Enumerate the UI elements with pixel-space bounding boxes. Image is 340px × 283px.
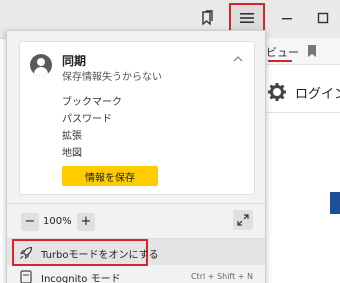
menu-divider [7, 203, 265, 204]
hamburger-menu-icon [240, 13, 254, 23]
rocket-icon [19, 245, 33, 260]
bookmarks-icon[interactable] [192, 4, 222, 32]
incognito-shortcut: Ctrl + Shift + N [191, 272, 253, 281]
incognito-icon [19, 269, 33, 283]
sync-item-extensions: 拡張 [62, 131, 82, 142]
turbo-mode-item[interactable]: Turboモードをオンにする [7, 239, 265, 266]
zoom-row: − 100% + [7, 205, 265, 239]
background-blue-block [330, 192, 340, 214]
zoom-level: 100% [43, 216, 72, 227]
sync-item-bookmarks: ブックマーク [62, 97, 122, 108]
turbo-mode-label: Turboモードをオンにする [41, 250, 159, 261]
active-tab-underline [268, 60, 292, 62]
browser-window: ビュー ログイン [0, 0, 340, 283]
background-divider [262, 112, 340, 113]
sync-item-passwords: パスワード [62, 114, 112, 125]
zoom-out-button[interactable]: − [21, 213, 39, 231]
save-info-button[interactable]: 情報を保存 [62, 166, 158, 186]
gear-icon[interactable] [267, 82, 287, 102]
sync-item-maps: 地図 [62, 148, 82, 159]
main-menu-button[interactable] [229, 3, 265, 33]
zoom-in-button[interactable]: + [77, 213, 95, 231]
incognito-mode-label: Incognito モード [41, 274, 121, 283]
sync-subtitle: 保存情報失うからない [62, 72, 162, 83]
fullscreen-button[interactable] [233, 210, 253, 230]
minimize-button[interactable] [272, 4, 302, 32]
bookmark-icon[interactable] [304, 43, 320, 59]
sync-items-list: ブックマーク パスワード 拡張 地図 [62, 94, 122, 162]
minimize-icon [282, 18, 292, 20]
sync-card: 同期 保存情報失うからない ブックマーク パスワード 拡張 地図 情報を保存 [19, 41, 255, 195]
login-link[interactable]: ログイン [295, 83, 340, 102]
main-menu-dropdown: 同期 保存情報失うからない ブックマーク パスワード 拡張 地図 情報を保存 −… [6, 30, 266, 283]
maximize-button[interactable] [308, 4, 338, 32]
maximize-icon [317, 12, 329, 24]
avatar [30, 54, 52, 76]
chevron-up-icon[interactable] [232, 50, 244, 62]
incognito-mode-item[interactable]: Incognito モード Ctrl + Shift + N [7, 267, 265, 283]
background-tab-label[interactable]: ビュー [266, 44, 299, 60]
fullscreen-icon [237, 214, 249, 226]
sync-title: 同期 [62, 54, 87, 68]
